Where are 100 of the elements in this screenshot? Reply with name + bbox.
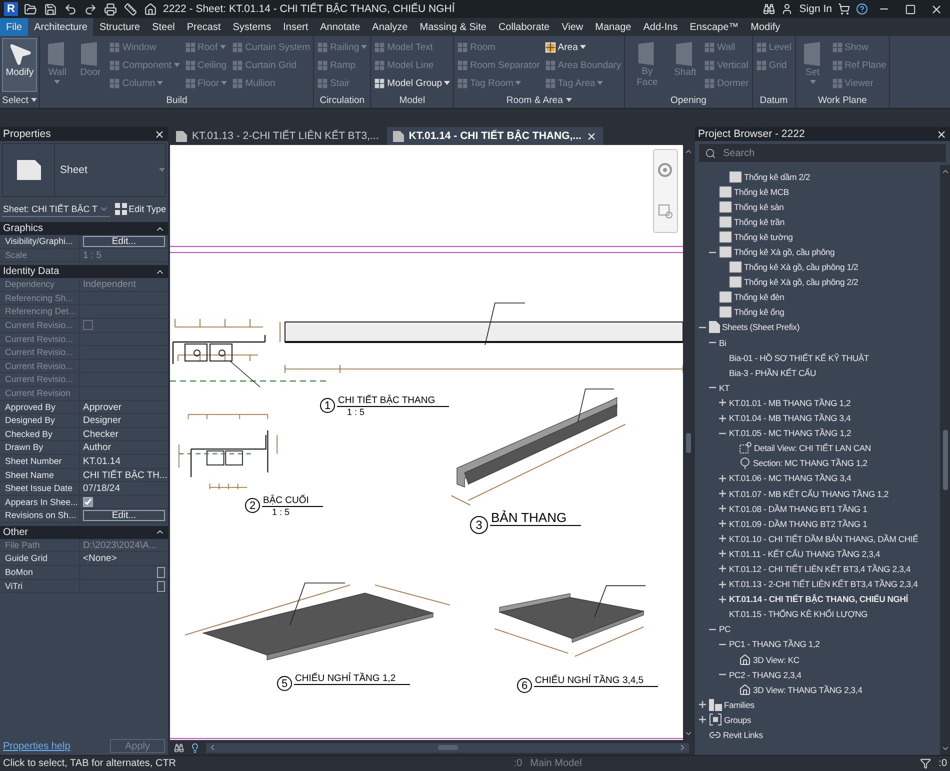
save-icon[interactable] <box>44 2 57 16</box>
ribbon-tab[interactable]: Analyze <box>366 18 414 36</box>
tree-item[interactable]: KT.01.14 - CHI TIẾT BẬC THANG, CHIẾU NGHỈ <box>729 594 908 604</box>
tree-item[interactable]: Thống kê dầm 2/2 <box>744 172 810 182</box>
expand-icon[interactable] <box>718 549 727 558</box>
ribbon-tab[interactable]: Architecture <box>28 18 94 36</box>
navigation-bar[interactable] <box>653 149 678 233</box>
expand-icon[interactable] <box>698 700 707 710</box>
ruler-icon[interactable] <box>124 2 137 16</box>
binoculars-icon[interactable] <box>763 3 776 15</box>
expand-icon[interactable] <box>718 398 727 408</box>
tree-item[interactable]: Families <box>724 700 754 710</box>
tree-item[interactable]: Section: MC THANG TẦNG 1,2 <box>753 458 868 468</box>
edit-button[interactable]: Edit... <box>83 510 165 522</box>
tree-item[interactable]: Detail View: CHI TIẾT LAN CAN <box>754 443 871 454</box>
expand-icon[interactable] <box>718 489 727 498</box>
tree-item[interactable]: Thống kê tường <box>734 232 793 242</box>
ribbon-tab[interactable]: Modify <box>744 18 786 36</box>
tree-item[interactable]: KT.01.15 - THỐNG KÊ KHỐI LƯỢNG <box>729 609 868 620</box>
ribbon-tab[interactable]: Systems <box>226 18 278 36</box>
design-option-dropdown[interactable]: Main Model <box>530 758 582 769</box>
tree-item[interactable]: Bi <box>719 338 726 348</box>
tree-item[interactable]: PC2 - THANG 2,3,4 <box>729 670 802 680</box>
scroll-down-icon[interactable] <box>684 729 692 738</box>
checkbox[interactable] <box>83 497 93 508</box>
ribbon-group-label[interactable]: Room & Area <box>456 92 622 108</box>
expand-icon[interactable] <box>718 519 727 528</box>
ribbon-tab[interactable]: Precast <box>180 18 227 36</box>
tree-item[interactable]: Sheets (Sheet Prefix) <box>722 322 800 332</box>
edit-type-button[interactable]: Edit Type <box>114 203 166 215</box>
type-selector[interactable]: Sheet <box>2 143 166 197</box>
expand-icon[interactable] <box>718 504 727 514</box>
tree-item[interactable]: Thống kê đèn <box>734 292 784 302</box>
tree-item[interactable]: KT.01.09 - DẦM THANG BT2 TẦNG 1 <box>729 518 868 529</box>
tree-item[interactable]: Thống kê Xà gồ, cầu phông 1/2 <box>744 262 858 272</box>
ribbon-tab[interactable]: Steel <box>146 18 181 36</box>
scroll-thumb[interactable] <box>686 432 690 452</box>
close-icon[interactable] <box>586 130 598 142</box>
edit-button[interactable]: Edit... <box>83 236 165 247</box>
expand-icon[interactable] <box>718 534 727 544</box>
tree-item[interactable]: KT.01.06 - MC THANG TẦNG 3,4 <box>729 473 852 484</box>
tree-item[interactable]: KT.01.07 - MB KẾT CẤU THANG TẦNG 1,2 <box>729 488 888 499</box>
lightbulb-icon[interactable] <box>190 742 200 752</box>
tree-item[interactable]: Revit Links <box>723 730 763 740</box>
ribbon-tab[interactable]: View <box>556 18 590 36</box>
tree-item[interactable]: PC <box>719 624 731 634</box>
maximize-icon[interactable] <box>904 4 916 14</box>
ribbon-group-label[interactable]: Select <box>2 92 38 108</box>
app-logo[interactable]: R <box>4 2 18 16</box>
instance-dropdown[interactable]: Sheet: CHI TIẾT BẬC T <box>2 201 110 217</box>
expand-icon[interactable] <box>718 594 727 604</box>
ribbon-tool-button[interactable]: Modify <box>2 38 38 92</box>
scroll-down-icon[interactable] <box>940 744 950 753</box>
view-tab[interactable]: KT.01.14 - CHI TIẾT BẬC THANG,... <box>386 127 604 145</box>
scroll-left-icon[interactable] <box>208 743 217 752</box>
tree-item[interactable]: 3D View: KC <box>753 654 800 665</box>
binoculars-icon[interactable] <box>174 742 184 752</box>
close-icon[interactable] <box>930 2 942 16</box>
value-picker[interactable] <box>157 567 165 578</box>
ribbon-tab[interactable]: Annotate <box>314 18 366 36</box>
ribbon-tab[interactable]: Add-Ins <box>637 18 684 36</box>
scroll-thumb[interactable] <box>942 430 948 490</box>
tree-item[interactable]: 3D View: THANG TẦNG 2,3,4 <box>753 684 862 695</box>
ribbon-tab[interactable]: Massing & Site <box>414 18 492 36</box>
tree-item[interactable]: KT.01.08 - DẦM THANG BT1 TẦNG 1 <box>729 504 868 514</box>
tree-item[interactable]: KT <box>719 382 730 393</box>
value-picker[interactable] <box>157 580 165 592</box>
open-folder-icon[interactable] <box>24 2 37 16</box>
tree-item[interactable]: PC1 - THANG TẦNG 1,2 <box>729 639 820 650</box>
tree-item[interactable]: Thống kê Xà gồ, cầu phông 2/2 <box>744 277 858 288</box>
tree-item[interactable]: KT.01.10 - CHI TIẾT DẦM BẢN THANG, DẦM CHIẾ <box>729 534 918 544</box>
tree-item[interactable]: Groups <box>724 714 751 725</box>
scroll-thumb[interactable] <box>438 745 458 750</box>
cart-icon[interactable] <box>838 3 850 15</box>
ribbon-tab[interactable]: Structure <box>93 18 146 36</box>
properties-help-link[interactable]: Properties help <box>3 740 70 752</box>
tree-item[interactable]: KT.01.01 - MB THANG TẦNG 1,2 <box>729 398 851 408</box>
expand-icon[interactable] <box>718 580 727 589</box>
tree-item[interactable]: Thống kê sàn <box>734 202 784 212</box>
tree-item[interactable]: KT.01.13 - 2-CHI TIẾT LIÊN KẾT BT3,4 TẦNG 2,3,4 <box>729 579 918 590</box>
scroll-up-icon[interactable] <box>940 167 950 176</box>
filter-icon[interactable] <box>920 758 931 769</box>
user-icon[interactable] <box>781 3 794 15</box>
tree-item[interactable]: KT.01.05 - MC THANG TẦNG 1,2 <box>729 428 852 438</box>
home-icon[interactable] <box>144 2 157 16</box>
redo-icon[interactable] <box>84 2 97 16</box>
tree-item[interactable]: Bia-3 - PHẦN KẾT CẤU <box>729 368 816 378</box>
close-icon[interactable] <box>154 128 165 140</box>
search-field[interactable]: Search <box>699 144 946 162</box>
expand-icon[interactable] <box>718 564 727 574</box>
scroll-right-icon[interactable] <box>678 743 687 752</box>
ribbon-tab[interactable]: File <box>0 18 28 36</box>
undo-icon[interactable] <box>64 2 77 16</box>
expand-icon[interactable] <box>718 414 727 423</box>
tree-item[interactable]: KT.01.12 - CHI TIẾT LIÊN KẾT BT3,4 TẦNG 2,3,4 <box>729 564 910 574</box>
ribbon-tool-button[interactable]: Area <box>544 38 622 56</box>
printer-icon[interactable] <box>104 2 117 16</box>
expand-icon[interactable] <box>698 715 707 724</box>
tree-item[interactable]: KT.01.11 - KẾT CẤU THANG TẦNG 2,3,4 <box>729 548 880 559</box>
expand-icon[interactable] <box>718 474 727 483</box>
